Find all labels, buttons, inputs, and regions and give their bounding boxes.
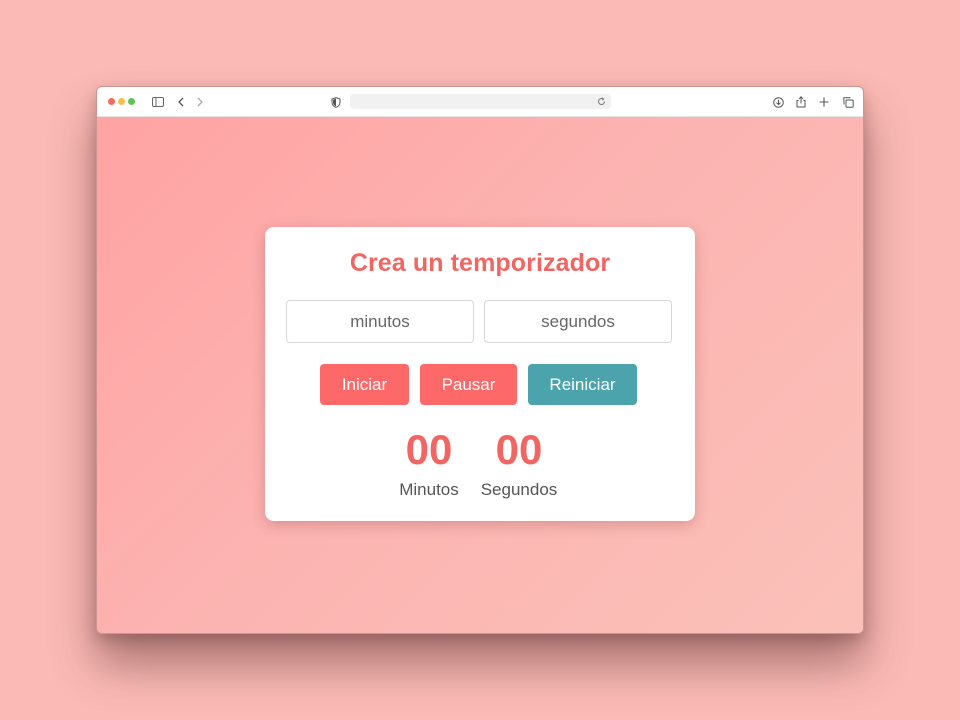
seconds-input[interactable] (484, 300, 672, 343)
timer-card: Crea un temporizador Iniciar Pausar Rein… (265, 227, 695, 521)
reset-button[interactable]: Reiniciar (528, 364, 637, 405)
browser-window: Crea un temporizador Iniciar Pausar Rein… (96, 86, 864, 634)
timer-title: Crea un temporizador (349, 249, 611, 277)
browser-toolbar (97, 87, 863, 117)
chevron-left-icon[interactable] (173, 94, 189, 110)
close-window-button[interactable] (108, 98, 115, 105)
tabs-icon[interactable] (840, 94, 856, 110)
chevron-right-icon[interactable] (192, 94, 208, 110)
sidebar-icon[interactable] (150, 94, 166, 110)
seconds-display: 00 Segundos (479, 427, 559, 500)
plus-icon[interactable] (816, 94, 832, 110)
download-icon[interactable] (770, 94, 786, 110)
address-bar[interactable] (350, 94, 611, 109)
reload-icon[interactable] (595, 95, 607, 107)
minimize-window-button[interactable] (118, 98, 125, 105)
share-icon[interactable] (793, 94, 809, 110)
minutes-value: 00 (405, 426, 453, 473)
page-viewport: Crea un temporizador Iniciar Pausar Rein… (97, 117, 863, 633)
seconds-value: 00 (495, 426, 543, 473)
start-button[interactable]: Iniciar (320, 364, 409, 405)
minutes-label: Minutos (399, 480, 459, 499)
seconds-label: Segundos (480, 480, 558, 499)
pause-button[interactable]: Pausar (420, 364, 517, 405)
shield-icon (328, 94, 344, 110)
zoom-window-button[interactable] (128, 98, 135, 105)
minutes-input[interactable] (286, 300, 474, 343)
minutes-display: 00 Minutos (399, 427, 459, 500)
